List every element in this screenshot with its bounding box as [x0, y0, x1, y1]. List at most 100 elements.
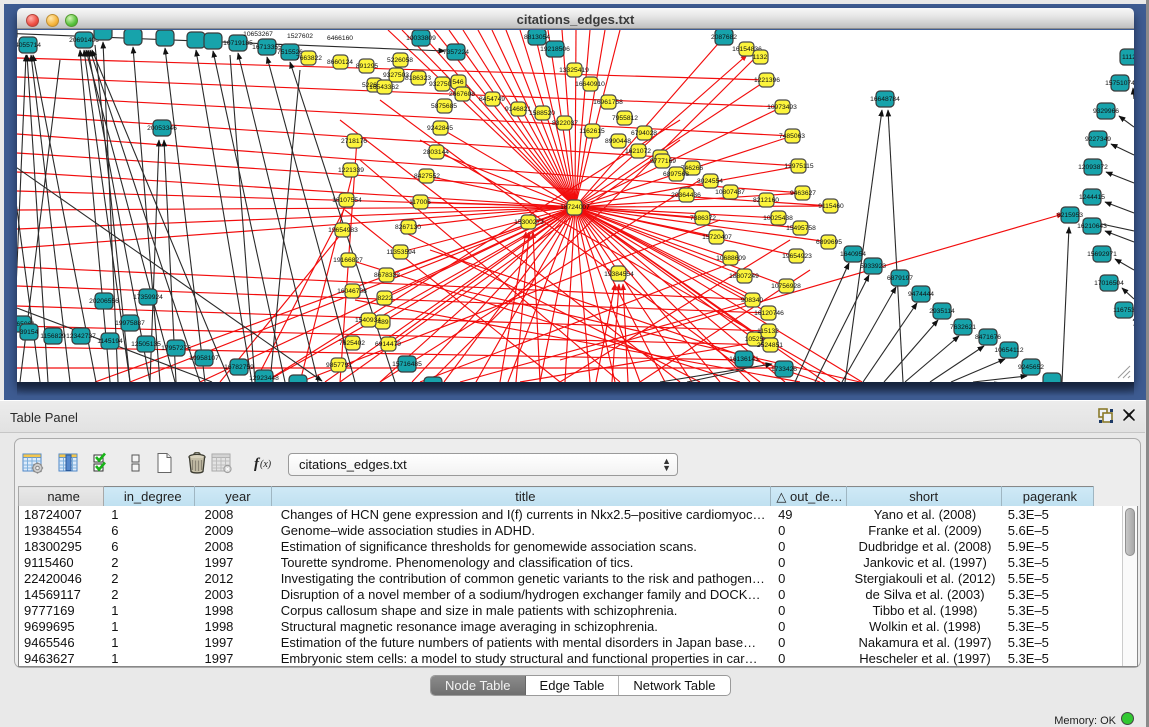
svg-text:115132: 115132 — [757, 328, 779, 335]
svg-text:908340: 908340 — [741, 297, 764, 304]
svg-text:8322037: 8322037 — [552, 120, 578, 127]
svg-text:10653267: 10653267 — [243, 31, 273, 38]
svg-text:19975887: 19975887 — [115, 320, 145, 327]
svg-text:18724007: 18724007 — [560, 204, 590, 211]
svg-text:7625402: 7625402 — [339, 340, 365, 347]
svg-text:12342737: 12342737 — [66, 333, 96, 340]
svg-text:20053346: 20053346 — [147, 125, 177, 132]
svg-text:9245652: 9245652 — [1018, 364, 1044, 371]
svg-text:1244415: 1244415 — [1079, 194, 1105, 201]
svg-text:6897568: 6897568 — [663, 171, 689, 178]
svg-text:10973493: 10973493 — [767, 104, 797, 111]
svg-text:9777169: 9777169 — [650, 158, 676, 165]
svg-text:9242845: 9242845 — [427, 125, 453, 132]
svg-text:8267130: 8267130 — [395, 224, 421, 231]
svg-text:2087682: 2087682 — [711, 34, 737, 41]
svg-text:7357224: 7357224 — [443, 49, 469, 56]
svg-text:16046738: 16046738 — [337, 288, 367, 295]
svg-text:8186323: 8186323 — [405, 75, 431, 82]
svg-text:9463627: 9463627 — [790, 190, 816, 197]
svg-text:19218506: 19218506 — [540, 46, 570, 53]
svg-text:12093872: 12093872 — [1078, 164, 1108, 171]
svg-text:116753: 116753 — [1113, 307, 1134, 314]
svg-text:1640954: 1640954 — [840, 251, 866, 258]
svg-text:1221339: 1221339 — [338, 167, 364, 174]
svg-text:7485063: 7485063 — [779, 133, 805, 140]
svg-text:18807249: 18807249 — [729, 273, 759, 280]
svg-text:6879197: 6879197 — [887, 275, 913, 282]
svg-text:8212160: 8212160 — [753, 197, 779, 204]
svg-text:4055714: 4055714 — [17, 42, 41, 49]
svg-text:1733426: 1733426 — [771, 366, 797, 373]
svg-text:1145194: 1145194 — [97, 338, 123, 345]
svg-text:9115460: 9115460 — [818, 203, 844, 210]
svg-text:9474444: 9474444 — [908, 291, 934, 298]
svg-text:17957275: 17957275 — [161, 345, 191, 352]
svg-text:6899695: 6899695 — [816, 239, 842, 246]
svg-text:39154: 39154 — [20, 329, 39, 336]
svg-text:8678332: 8678332 — [374, 272, 400, 279]
svg-text:15720407: 15720407 — [702, 234, 732, 241]
svg-text:10025438: 10025438 — [763, 215, 793, 222]
svg-text:15300273: 15300273 — [514, 219, 544, 226]
svg-text:5226058: 5226058 — [387, 57, 413, 64]
svg-text:(x): (x) — [260, 459, 272, 470]
svg-text:20364436: 20364436 — [671, 192, 701, 199]
svg-text:15751074: 15751074 — [1105, 80, 1134, 87]
svg-text:12505135: 12505135 — [131, 341, 161, 348]
svg-text:1527602: 1527602 — [287, 33, 313, 40]
svg-text:19384554: 19384554 — [604, 271, 634, 278]
svg-text:9857791: 9857791 — [326, 362, 352, 369]
svg-text:19166827: 19166827 — [333, 257, 363, 264]
svg-text:117006: 117006 — [409, 199, 431, 206]
svg-text:8990448: 8990448 — [605, 138, 631, 145]
svg-text:7386372: 7386372 — [690, 215, 716, 222]
svg-text:15692971: 15692971 — [1087, 251, 1117, 258]
svg-text:16782759: 16782759 — [224, 364, 254, 371]
svg-text:1162615: 1162615 — [579, 128, 605, 135]
svg-text:2803144: 2803144 — [423, 149, 449, 156]
svg-text:3024554: 3024554 — [697, 178, 723, 185]
svg-text:16648784: 16648784 — [870, 96, 900, 103]
svg-text:6914479: 6914479 — [375, 341, 401, 348]
svg-text:12923448: 12923448 — [249, 375, 279, 382]
svg-text:10688609: 10688609 — [716, 255, 746, 262]
svg-text:7955812: 7955812 — [612, 115, 638, 122]
svg-text:5933923: 5933923 — [860, 263, 886, 270]
svg-text:15495758: 15495758 — [786, 225, 816, 232]
svg-text:8427552: 8427552 — [414, 173, 440, 180]
svg-text:17016504: 17016504 — [1094, 280, 1124, 287]
svg-text:16136141: 16136141 — [729, 356, 759, 363]
svg-text:16961758: 16961758 — [593, 99, 623, 106]
svg-text:1132: 1132 — [753, 54, 768, 61]
svg-text:546: 546 — [452, 79, 463, 86]
svg-text:16210643: 16210643 — [1077, 223, 1107, 230]
svg-text:12975115: 12975115 — [784, 163, 814, 170]
svg-text:19654923: 19654923 — [782, 253, 812, 260]
svg-text:8222: 8222 — [378, 295, 393, 302]
svg-text:5875685: 5875685 — [431, 103, 457, 110]
svg-text:7632621: 7632621 — [950, 324, 976, 331]
svg-text:15716485: 15716485 — [392, 361, 422, 368]
svg-text:16640910: 16640910 — [575, 81, 605, 88]
svg-text:11353594: 11353594 — [386, 249, 416, 256]
svg-text:6794028: 6794028 — [631, 130, 657, 137]
svg-text:8471676: 8471676 — [975, 334, 1001, 341]
svg-text:10807487: 10807487 — [715, 189, 745, 196]
svg-text:10719185: 10719185 — [223, 40, 253, 47]
svg-text:9227349: 9227349 — [1085, 136, 1111, 143]
svg-text:2935114: 2935114 — [929, 308, 955, 315]
svg-text:8454749: 8454749 — [479, 96, 505, 103]
svg-text:1156829: 1156829 — [40, 333, 66, 340]
svg-text:8215953: 8215953 — [1057, 212, 1083, 219]
svg-text:16107554: 16107554 — [332, 197, 362, 204]
svg-text:8813054: 8813054 — [524, 34, 550, 41]
svg-text:1621072: 1621072 — [625, 148, 651, 155]
svg-text:16543362: 16543362 — [369, 84, 399, 91]
svg-text:1221396: 1221396 — [754, 77, 780, 84]
svg-text:10654112: 10654112 — [994, 347, 1024, 354]
svg-text:9329966: 9329966 — [1093, 108, 1119, 115]
svg-text:8660124: 8660124 — [327, 59, 353, 66]
svg-text:891295: 891295 — [356, 63, 379, 70]
svg-text:10033809: 10033809 — [406, 35, 436, 42]
